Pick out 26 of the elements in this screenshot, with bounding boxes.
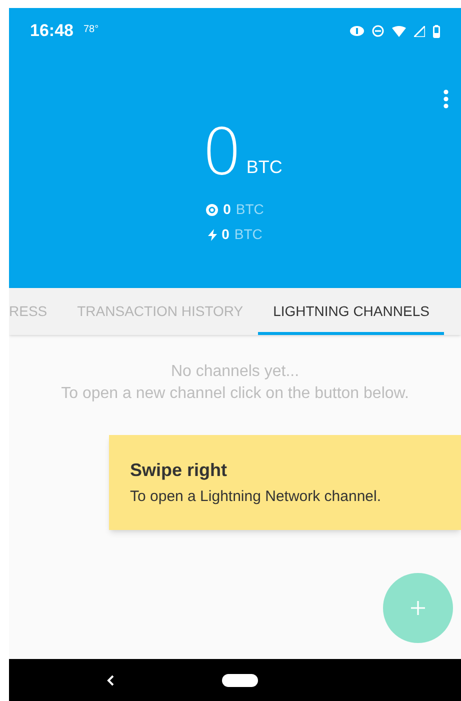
plus-icon bbox=[411, 601, 425, 615]
signal-icon bbox=[414, 26, 425, 36]
status-time: 16:48 bbox=[30, 20, 74, 42]
wifi-icon bbox=[392, 26, 406, 36]
balance-amount: 0 bbox=[202, 121, 242, 185]
battery-icon bbox=[433, 24, 440, 38]
tab[interactable]: TRANSACTION HISTORY bbox=[62, 288, 258, 335]
do-not-disturb-icon bbox=[372, 25, 384, 37]
balance-unit: BTC bbox=[246, 156, 282, 179]
balance-row-unit: BTC bbox=[234, 225, 262, 244]
hint-message: To open a Lightning Network channel. bbox=[130, 486, 382, 507]
tab[interactable]: LIGHTNING CHANNELS bbox=[258, 288, 444, 335]
more-options-icon[interactable] bbox=[443, 89, 449, 109]
eye-icon bbox=[350, 25, 364, 37]
balance-row-amount: 0 bbox=[223, 200, 231, 219]
lightning-icon bbox=[208, 228, 217, 240]
status-temperature: 78° bbox=[83, 22, 99, 36]
balance-row-unit: BTC bbox=[236, 200, 264, 219]
empty-message: To open a new channel click on the button below. bbox=[61, 384, 409, 404]
home-button[interactable] bbox=[222, 674, 258, 686]
balance-row-amount: 0 bbox=[222, 225, 230, 244]
hint-title: Swipe right bbox=[130, 458, 228, 482]
back-icon[interactable] bbox=[107, 674, 114, 686]
coin-icon bbox=[206, 204, 218, 216]
empty-title: No channels yet... bbox=[170, 362, 300, 382]
tab[interactable]: RESS bbox=[9, 288, 62, 335]
